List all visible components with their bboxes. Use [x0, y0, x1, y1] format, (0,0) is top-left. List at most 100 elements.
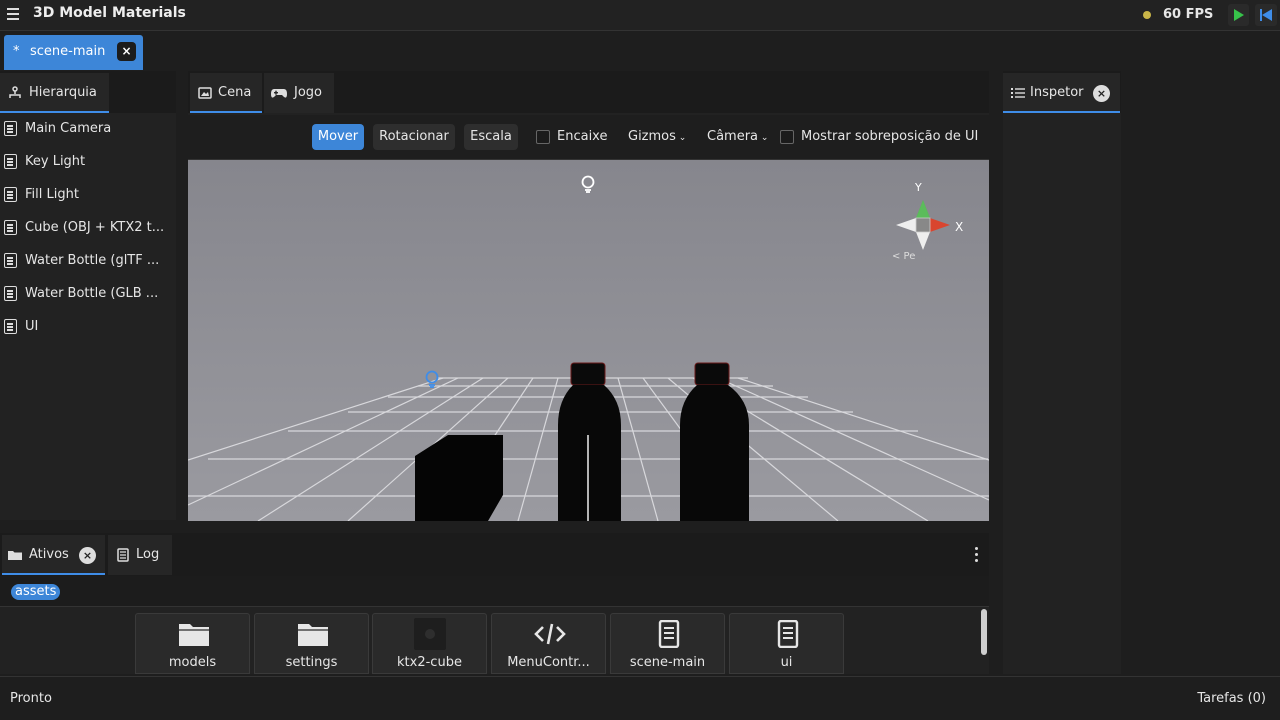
- tab-assets[interactable]: Ativos ×: [2, 535, 105, 575]
- asset-item-settings[interactable]: settings: [254, 613, 369, 674]
- document-icon: [117, 548, 129, 562]
- assets-panel: Ativos × Log assets models settings ktx2…: [0, 533, 989, 674]
- axis-gizmo[interactable]: [896, 200, 950, 250]
- asset-label: models: [168, 655, 217, 670]
- hierarchy-item[interactable]: Water Bottle (GLB ...: [0, 284, 176, 317]
- ui-overlay-label: Mostrar sobreposição de UI: [801, 129, 979, 144]
- hierarchy-list: Main Camera Key Light Fill Light Cube (O…: [0, 119, 176, 350]
- gizmo-y-label: Y: [914, 181, 922, 194]
- asset-item-models[interactable]: models: [135, 613, 250, 674]
- asset-item-menucontroller[interactable]: MenuContr...: [491, 613, 606, 674]
- image-icon: [198, 87, 212, 99]
- hierarchy-item[interactable]: Water Bottle (glTF ...: [0, 251, 176, 284]
- hierarchy-item[interactable]: Cube (OBJ + KTX2 t...: [0, 218, 176, 251]
- hierarchy-item-label: Cube (OBJ + KTX2 t...: [25, 220, 165, 235]
- asset-label: settings: [285, 655, 338, 670]
- bottom-tab-strip: Ativos × Log: [0, 533, 989, 576]
- hierarchy-item-label: UI: [25, 319, 39, 334]
- document-icon: [4, 121, 17, 136]
- asset-label: MenuContr...: [507, 655, 590, 670]
- asset-label: scene-main: [629, 655, 706, 670]
- chevron-down-icon: ⌄: [675, 133, 687, 143]
- tab-game-label: Jogo: [294, 85, 322, 100]
- tab-log[interactable]: Log: [108, 535, 172, 575]
- tab-hierarchy[interactable]: Hierarquia: [0, 73, 109, 113]
- status-bar: Pronto Tarefas (0): [0, 676, 1280, 720]
- close-assets-button[interactable]: ×: [79, 547, 96, 564]
- tasks-counter[interactable]: Tarefas (0): [1197, 691, 1266, 706]
- tab-scene[interactable]: Cena: [190, 73, 262, 113]
- gizmo-x-label: X: [955, 220, 963, 234]
- inspector-panel: Inspetor ×: [1003, 71, 1121, 674]
- perspective-label[interactable]: < Pe: [892, 251, 915, 262]
- document-icon: [658, 620, 680, 648]
- folder-icon: [298, 624, 328, 646]
- code-icon: [534, 623, 566, 645]
- camera-label: Câmera: [707, 129, 759, 144]
- light-bulb-icon[interactable]: [581, 175, 595, 193]
- move-tool-button[interactable]: Mover: [312, 124, 364, 150]
- status-text: Pronto: [10, 691, 52, 706]
- document-icon: [777, 620, 799, 648]
- document-tab-bar: * scene-main ×: [0, 31, 1280, 71]
- cube-model: [415, 435, 503, 521]
- gizmos-dropdown[interactable]: Gizmos ⌄: [628, 129, 686, 144]
- hierarchy-item[interactable]: UI: [0, 317, 176, 350]
- scene-tab-label: scene-main: [30, 44, 106, 59]
- folder-icon: [8, 551, 22, 560]
- asset-label: ktx2-cube: [397, 655, 462, 670]
- document-icon: [4, 187, 17, 202]
- hamburger-menu-icon[interactable]: [7, 8, 19, 20]
- snap-checkbox[interactable]: [536, 130, 550, 144]
- more-options-icon[interactable]: [975, 547, 979, 563]
- path-breadcrumb[interactable]: assets: [11, 584, 61, 600]
- list-icon: [1011, 88, 1025, 98]
- fps-status-dot: [1143, 11, 1151, 19]
- hierarchy-item[interactable]: Fill Light: [0, 185, 176, 218]
- hierarchy-panel: Hierarquia Main Camera Key Light Fill Li…: [0, 71, 176, 520]
- play-button[interactable]: [1228, 4, 1249, 26]
- asset-item-ui[interactable]: ui: [729, 613, 844, 674]
- folder-icon: [179, 624, 209, 646]
- document-icon: [4, 319, 17, 334]
- tab-game[interactable]: Jogo: [264, 73, 334, 113]
- tab-hierarchy-label: Hierarquia: [29, 85, 97, 100]
- scale-tool-button[interactable]: Escala: [464, 124, 518, 150]
- scene-main-tab[interactable]: * scene-main ×: [4, 35, 143, 70]
- document-icon: [4, 253, 17, 268]
- step-back-button[interactable]: [1255, 4, 1277, 26]
- light-bulb-icon[interactable]: [425, 370, 439, 388]
- scene-view-panel: Cena Jogo Mover Rotacionar Escala Encaix…: [188, 71, 989, 521]
- water-bottle-gltf: [558, 362, 621, 521]
- rotate-tool-button[interactable]: Rotacionar: [373, 124, 455, 150]
- close-tab-button[interactable]: ×: [117, 42, 136, 61]
- title-bar: 3D Model Materials 60 FPS: [0, 0, 1280, 31]
- hierarchy-item-label: Main Camera: [25, 121, 112, 136]
- hierarchy-icon: [9, 86, 21, 98]
- gamepad-icon: [271, 89, 287, 98]
- assets-scrollbar[interactable]: [981, 609, 987, 655]
- scene-viewport[interactable]: Y X < Pe: [188, 160, 989, 521]
- hierarchy-item-label: Water Bottle (glTF ...: [25, 253, 160, 268]
- tab-inspector-label: Inspetor: [1030, 85, 1084, 100]
- hierarchy-item[interactable]: Main Camera: [0, 119, 176, 152]
- tab-log-label: Log: [136, 547, 160, 562]
- inspector-tab-strip: Inspetor ×: [1003, 71, 1121, 113]
- hierarchy-item[interactable]: Key Light: [0, 152, 176, 185]
- scene-render: Y X < Pe: [188, 175, 989, 521]
- asset-item-ktx2-cube[interactable]: ktx2-cube: [372, 613, 487, 674]
- hierarchy-item-label: Key Light: [25, 154, 86, 169]
- hierarchy-item-label: Water Bottle (GLB ...: [25, 286, 159, 301]
- modified-indicator: *: [13, 44, 20, 59]
- asset-item-scene-main[interactable]: scene-main: [610, 613, 725, 674]
- close-inspector-button[interactable]: ×: [1093, 85, 1110, 102]
- ui-overlay-checkbox[interactable]: [780, 130, 794, 144]
- asset-path-bar: assets: [0, 576, 989, 607]
- view-tab-strip: Cena Jogo: [188, 71, 989, 113]
- hierarchy-item-label: Fill Light: [25, 187, 79, 202]
- hierarchy-tab-strip: Hierarquia: [0, 71, 176, 113]
- scene-toolbar: Mover Rotacionar Escala Encaixe Gizmos ⌄…: [188, 115, 989, 160]
- tab-inspector[interactable]: Inspetor ×: [1003, 73, 1120, 113]
- app-title: 3D Model Materials: [33, 5, 186, 21]
- camera-dropdown[interactable]: Câmera ⌄: [707, 129, 768, 144]
